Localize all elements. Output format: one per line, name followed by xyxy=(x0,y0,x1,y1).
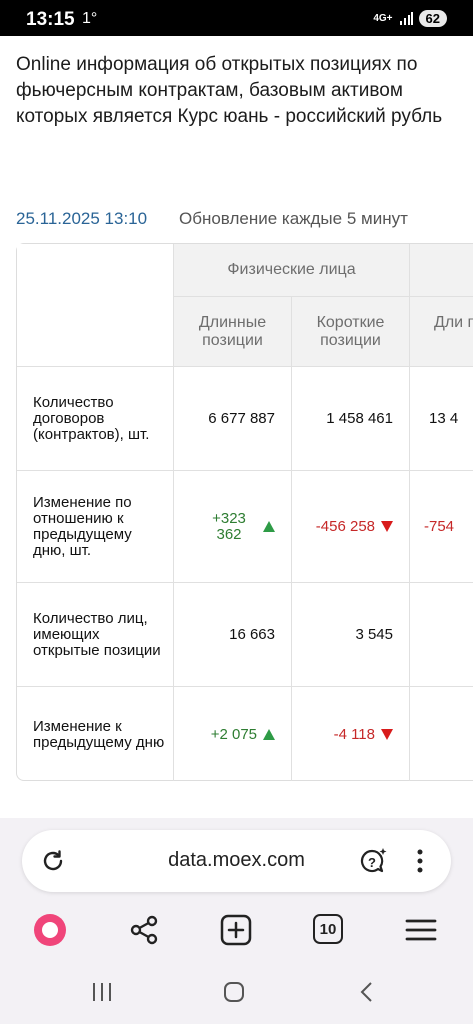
status-time: 13:15 xyxy=(26,9,75,30)
arrow-down-icon xyxy=(381,729,393,740)
arrow-up-icon xyxy=(263,521,275,532)
cell-contracts-change-short: -456 258 xyxy=(292,471,410,583)
cell-contracts-change-long: +323 362 xyxy=(174,471,292,583)
hamburger-menu-icon[interactable] xyxy=(404,913,438,947)
change-value: -4 118 xyxy=(333,726,375,743)
cell-persons-long: 16 663 xyxy=(174,583,292,687)
change-value: -456 258 xyxy=(315,518,375,535)
arrow-up-icon xyxy=(263,729,275,740)
cell-persons-next xyxy=(410,583,473,687)
share-icon[interactable] xyxy=(127,913,161,947)
cell-contracts-long: 6 677 887 xyxy=(174,367,292,471)
address-bar[interactable]: data.moex.com ? xyxy=(22,830,451,892)
back-icon[interactable] xyxy=(355,980,379,1004)
positions-table: Физические лица Длинные позиции Короткие… xyxy=(16,243,473,781)
arrow-down-icon xyxy=(381,521,393,532)
table-corner-cell xyxy=(17,244,174,367)
tabs-count-button[interactable]: 10 xyxy=(313,914,343,944)
alice-assistant-icon[interactable] xyxy=(33,913,67,947)
cell-contracts-change-next: -754 xyxy=(410,471,473,583)
update-frequency-note: Обновление каждые 5 минут xyxy=(179,209,408,228)
signal-icon xyxy=(399,11,413,25)
network-type-icon: 4G+ xyxy=(373,13,393,24)
status-bar: 13:15 1° 4G+ 62 xyxy=(0,0,473,36)
more-menu-icon[interactable] xyxy=(410,848,430,874)
status-temperature: 1° xyxy=(82,10,98,27)
browser-toolbar xyxy=(0,905,473,955)
change-value: +323 362 xyxy=(212,509,246,543)
row-label-contracts: Количество договоров (контрактов), шт. xyxy=(17,367,174,471)
group-header-next xyxy=(410,244,473,297)
system-navigation-bar xyxy=(0,968,473,1024)
positions-table-scroll[interactable]: Физические лица Длинные позиции Короткие… xyxy=(16,243,473,781)
column-header-next: Дли по xyxy=(410,297,473,367)
cell-persons-change-next xyxy=(410,687,473,781)
cell-persons-change-short: -4 118 xyxy=(292,687,410,781)
svg-text:?: ? xyxy=(368,855,376,870)
cell-persons-change-long: +2 075 xyxy=(174,687,292,781)
row-label-persons: Количество лиц, имеющих открытые позиции xyxy=(17,583,174,687)
cell-contracts-short: 1 458 461 xyxy=(292,367,410,471)
column-header-short: Короткие позиции xyxy=(292,297,410,367)
row-label-contracts-change: Изменение по отношению к предыдущему дню… xyxy=(17,471,174,583)
cell-persons-short: 3 545 xyxy=(292,583,410,687)
ai-assistant-icon[interactable]: ? xyxy=(358,846,388,876)
home-icon[interactable] xyxy=(222,980,246,1004)
row-label-persons-change: Изменение к предыдущему дню xyxy=(17,687,174,781)
recent-apps-icon[interactable] xyxy=(90,980,114,1004)
change-value: +2 075 xyxy=(210,726,257,743)
column-header-long: Длинные позиции xyxy=(174,297,292,367)
page-title: Online информация об открытых позициях п… xyxy=(16,54,443,127)
data-timestamp: 25.11.2025 13:10 xyxy=(16,209,148,228)
group-header-individuals: Физические лица xyxy=(174,244,410,297)
new-tab-icon[interactable] xyxy=(219,913,253,947)
cell-contracts-next: 13 4 xyxy=(410,367,473,471)
battery-indicator: 62 xyxy=(418,10,447,27)
